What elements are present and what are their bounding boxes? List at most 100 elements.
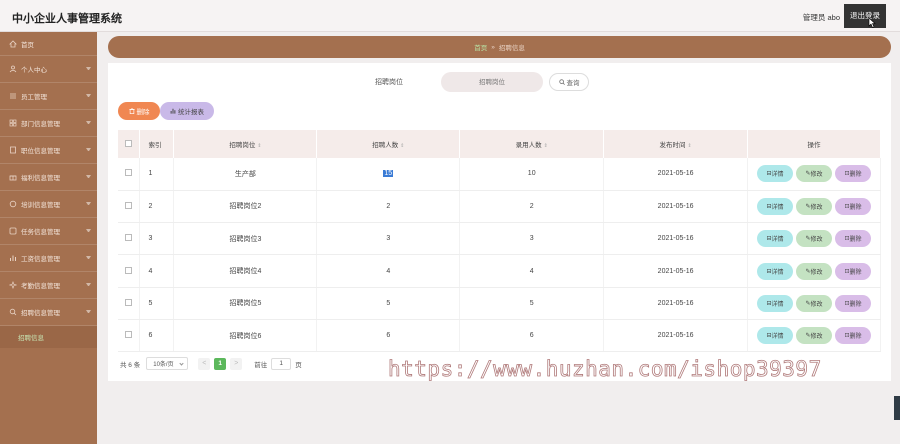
cell-publish-time: 2021-05-16 [603, 287, 749, 320]
admin-username: 管理员 abo [802, 13, 840, 22]
cell-accepted-count: 10 [459, 158, 605, 191]
breadcrumb: 首页 » 招聘信息 [108, 36, 891, 58]
pagination: 共 6 条 10条/页 < 1 > 前往 1 页 [120, 357, 302, 370]
page-size-select[interactable]: 10条/页 [146, 357, 189, 370]
table-row: 4 招聘岗位4 4 4 2021-05-16 ⊟ 详情 ✎ 修改 ⊡ 删除 [118, 254, 881, 288]
table-row: 2 招聘岗位2 2 2 2021-05-16 ⊟ 详情 ✎ 修改 ⊡ 删除 [118, 190, 881, 224]
sidebar-item-salary[interactable]: 工资信息管理 [0, 245, 97, 272]
breadcrumb-home-link[interactable]: 首页 [474, 42, 487, 52]
cell-index: 2 [139, 190, 175, 224]
column-header-accepted-count[interactable]: 录用人数 ⇕ [459, 130, 605, 158]
cell-position: 生产部 [173, 158, 318, 191]
delete-button[interactable]: ⊡ 删除 [835, 197, 872, 215]
select-all-cell [118, 130, 141, 158]
edit-button[interactable]: ✎ 修改 [796, 327, 833, 345]
column-header-hire-count[interactable]: 招聘人数 ⇕ [316, 130, 461, 158]
chevron-down-icon [86, 283, 91, 286]
main-panel: 招聘岗位 查询 删除 统计报表 索引 招聘岗位⇕ 招聘人数⇕ 录用人数⇕ 发布时… [108, 63, 891, 381]
search-input[interactable] [441, 72, 543, 92]
sidebar-item-training[interactable]: 培训信息管理 [0, 191, 97, 218]
breadcrumb-separator: » [491, 43, 495, 51]
sidebar-item-positions[interactable]: 职位信息管理 [0, 137, 97, 164]
statistics-report-button[interactable]: 统计报表 [160, 102, 214, 120]
edit-button[interactable]: ✎ 修改 [796, 294, 833, 312]
select-all-checkbox[interactable] [125, 139, 133, 147]
column-header-publish-time[interactable]: 发布时间 ⇕ [603, 130, 749, 158]
cell-accepted-count: 4 [459, 254, 605, 288]
sidebar-item-benefits[interactable]: 福利信息管理 [0, 164, 97, 191]
row-checkbox[interactable] [125, 266, 133, 274]
goto-label: 前往 [254, 361, 268, 369]
sidebar-subitem-recruitment-info[interactable]: 招聘信息 [0, 326, 97, 348]
edit-button[interactable]: ✎ 修改 [796, 165, 833, 183]
row-checkbox[interactable] [125, 331, 133, 339]
statistics-report-label: 统计报表 [178, 109, 204, 116]
cell-hire-count: 3 [316, 222, 461, 256]
column-header-actions: 操作 [747, 130, 881, 158]
sidebar-item-label: 工资信息管理 [21, 256, 60, 263]
edit-button[interactable]: ✎ 修改 [796, 262, 833, 280]
column-header-position[interactable]: 招聘岗位 ⇕ [173, 130, 318, 158]
watermark-text: https://www.huzhan.com/ishop39397 [388, 357, 822, 382]
sidebar-item-label: 任务信息管理 [21, 229, 60, 236]
sidebar-item-attendance[interactable]: 考勤信息管理 [0, 272, 97, 299]
chevron-down-icon [179, 361, 184, 366]
goto-page-input[interactable]: 1 [271, 357, 292, 370]
breadcrumb-current: 招聘信息 [498, 45, 525, 52]
sidebar-item-label: 招聘信息管理 [21, 310, 60, 317]
sidebar-item-recruitment[interactable]: 招聘信息管理 [0, 299, 97, 326]
cell-position: 招聘岗位5 [173, 287, 318, 320]
current-page-button[interactable]: 1 [214, 357, 227, 370]
logout-button[interactable]: 退出登录 [844, 4, 886, 28]
sidebar-item-home[interactable]: 首页 [0, 32, 97, 56]
detail-button[interactable]: ⊟ 详情 [757, 327, 794, 345]
sort-icon[interactable]: ⇕ [400, 143, 404, 149]
sidebar-item-tasks[interactable]: 任务信息管理 [0, 218, 97, 245]
sort-icon[interactable]: ⇕ [687, 143, 691, 149]
search-button[interactable]: 查询 [549, 73, 589, 91]
search-icon [558, 79, 565, 85]
detail-button[interactable]: ⊟ 详情 [757, 262, 794, 280]
sidebar-item-label: 个人中心 [21, 67, 47, 74]
edit-button[interactable]: ✎ 修改 [796, 197, 833, 215]
cell-publish-time: 2021-05-16 [603, 158, 749, 191]
delete-button[interactable]: ⊡ 删除 [835, 262, 872, 280]
sidebar-item-employees[interactable]: 员工管理 [0, 83, 97, 110]
detail-button[interactable]: ⊟ 详情 [757, 294, 794, 312]
search-label: 招聘岗位 [375, 79, 403, 86]
cell-actions: ⊟ 详情 ✎ 修改 ⊡ 删除 [747, 254, 881, 288]
row-checkbox[interactable] [125, 201, 133, 209]
detail-button[interactable]: ⊟ 详情 [757, 230, 794, 248]
chevron-down-icon [86, 121, 91, 124]
delete-button[interactable]: ⊡ 删除 [835, 327, 872, 345]
cell-accepted-count: 2 [459, 190, 605, 224]
delete-button[interactable]: ⊡ 删除 [835, 165, 872, 183]
row-checkbox[interactable] [125, 298, 133, 306]
row-checkbox[interactable] [125, 169, 133, 177]
table-row: 1 生产部 15 10 2021-05-16 ⊟ 详情 ✎ 修改 ⊡ 删除 [118, 158, 881, 191]
delete-button[interactable]: ⊡ 删除 [835, 294, 872, 312]
edit-button[interactable]: ✎ 修改 [796, 230, 833, 248]
sort-icon[interactable]: ⇕ [544, 143, 548, 149]
prev-page-button[interactable]: < [198, 357, 211, 370]
next-page-button[interactable]: > [230, 357, 243, 370]
row-checkbox[interactable] [125, 234, 133, 242]
column-header-index: 索引 [139, 130, 175, 158]
detail-button[interactable]: ⊟ 详情 [757, 165, 794, 183]
bar-chart-icon [170, 108, 176, 114]
cell-actions: ⊟ 详情 ✎ 修改 ⊡ 删除 [747, 190, 881, 224]
cell-index: 1 [139, 158, 175, 191]
detail-button[interactable]: ⊟ 详情 [757, 197, 794, 215]
clock-icon [9, 281, 17, 289]
sidebar-item-departments[interactable]: 部门信息管理 [0, 110, 97, 137]
cell-position: 招聘岗位2 [173, 190, 318, 224]
doc-icon [10, 146, 16, 154]
cell-index: 3 [139, 222, 175, 256]
sidebar-item-profile[interactable]: 个人中心 [0, 56, 97, 83]
sort-icon[interactable]: ⇕ [257, 143, 261, 149]
side-panel-handle[interactable] [894, 396, 900, 420]
batch-delete-button[interactable]: 删除 [118, 102, 160, 120]
table-row: 6 招聘岗位6 6 6 2021-05-16 ⊟ 详情 ✎ 修改 ⊡ 删除 [118, 319, 881, 353]
delete-button[interactable]: ⊡ 删除 [835, 230, 872, 248]
cell-hire-count: 6 [316, 319, 461, 353]
